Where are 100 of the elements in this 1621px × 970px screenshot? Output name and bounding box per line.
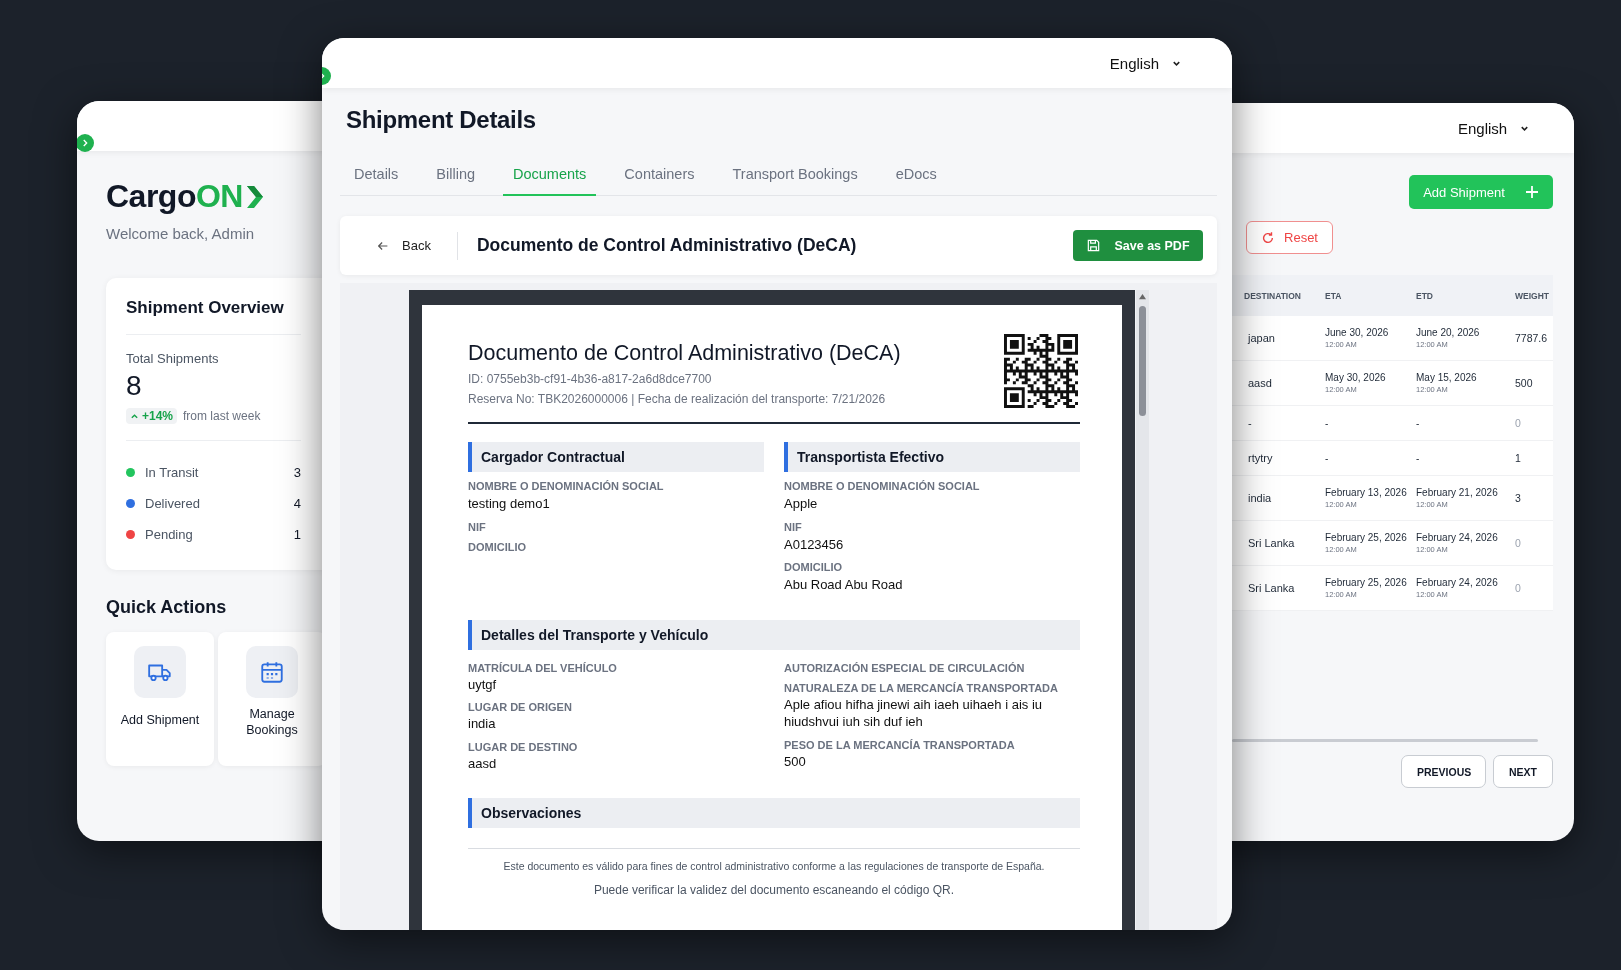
chevron-right-icon <box>80 138 90 148</box>
field-value: A0123456 <box>784 535 845 554</box>
tab[interactable]: Billing <box>426 166 485 196</box>
table-cell-text: rtytry <box>1247 452 1274 464</box>
date-text: June 20, 2026 <box>1416 327 1481 338</box>
card-title: Shipment Overview <box>126 298 285 318</box>
status-label: In Transit <box>145 465 200 480</box>
tab[interactable]: Details <box>344 166 409 196</box>
document-title: Documento de Control Administrativo (DeCA) <box>476 235 858 256</box>
section-heading: Detalles del Transporte y Vehículo <box>468 619 1080 650</box>
table-cell-text: 500 <box>1515 377 1534 389</box>
table-row[interactable]: rtytry - - 1 <box>1232 441 1553 476</box>
table-cell-text: 1 <box>1515 452 1522 464</box>
calendar-icon <box>259 659 285 685</box>
column-header: DESTINATION <box>1243 290 1302 301</box>
field-value: Aple afiou hifha jinewi aih iaeh uihaeh i ais iu hiudshvui iuh sih duf ieh <box>784 695 1043 731</box>
table-cell-text: india <box>1247 492 1273 504</box>
date-text: February 25, 2026 <box>1325 577 1408 588</box>
date-text: February 21, 2026 <box>1416 487 1499 498</box>
scrollbar[interactable] <box>1232 739 1538 742</box>
plus-icon <box>1524 185 1539 199</box>
date-text: - <box>1416 452 1421 464</box>
change-badge: +14% <box>126 408 178 424</box>
back-button[interactable]: Back <box>376 238 431 253</box>
tab[interactable]: Transport Bookings <box>722 166 868 196</box>
field-label: NATURALEZA DE LA MERCANCÍA TRANSPORTADA <box>784 681 1059 694</box>
date-text: June 30, 2026 <box>1325 327 1390 338</box>
field-label: MATRÍCULA DEL VEHÍCULO <box>468 661 618 674</box>
section-heading: Observaciones <box>468 798 1080 829</box>
save-pdf-button[interactable]: Save as PDF <box>1073 230 1203 261</box>
field-value: india <box>468 715 497 733</box>
date-text: February 13, 2026 <box>1325 487 1408 498</box>
date-text: February 24, 2026 <box>1416 577 1499 588</box>
change-note: from last week <box>183 409 261 423</box>
pagination-button[interactable]: NEXT <box>1493 755 1553 788</box>
column-header: ETA <box>1325 290 1343 301</box>
document-id: ID: 0755eb3b-cf91-4b36-a817-2a6d8dce7700 <box>468 372 713 386</box>
table-cell-text: 0 <box>1515 582 1522 594</box>
total-label: Total Shipments <box>126 351 220 366</box>
status-label: Pending <box>145 527 194 542</box>
table-cell-text: 7787.6 <box>1515 332 1549 344</box>
table-cell-text: 0 <box>1515 537 1522 549</box>
qr-code-icon <box>1004 334 1078 408</box>
table-cell-text: - <box>1247 417 1253 429</box>
date-text: February 25, 2026 <box>1325 532 1408 543</box>
field-label: LUGAR DE DESTINO <box>468 740 579 753</box>
date-text: - <box>1325 452 1330 464</box>
field-value: Abu Road Abu Road <box>784 576 904 594</box>
footer-note: Puede verificar la validez del documento escaneando el código QR. <box>592 883 956 898</box>
field-value: Apple <box>784 495 819 513</box>
footer-note: Este documento es válido para fines de control administrativo conforme a las regulaciones de transporte de España. <box>502 860 1046 873</box>
field-value: testing demo1 <box>468 495 551 513</box>
status-count: 3 <box>293 465 301 480</box>
welcome-text: Welcome back, Admin <box>106 225 255 242</box>
chevron-logo-icon <box>244 183 265 210</box>
quick-action-tile[interactable]: Add Shipment <box>106 632 214 766</box>
date-text: February 24, 2026 <box>1416 532 1499 543</box>
date-text: May 15, 2026 <box>1416 372 1478 383</box>
field-label: NIF <box>468 520 487 533</box>
refresh-icon <box>1261 230 1275 245</box>
section-heading: Cargador Contractual <box>468 442 764 472</box>
table-cell-text: aasd <box>1247 377 1273 389</box>
date-text: May 30, 2026 <box>1325 372 1387 383</box>
section-heading: Transportista Efectivo <box>784 442 1080 472</box>
section-title: Quick Actions <box>106 597 228 618</box>
language-select[interactable]: English <box>1458 119 1531 137</box>
document-heading: Documento de Control Administrativo (DeCA) <box>468 341 901 366</box>
scroll-up-icon[interactable] <box>1138 293 1147 300</box>
table-row[interactable]: - - - 0 <box>1232 406 1553 441</box>
field-label: LUGAR DE ORIGEN <box>468 701 573 714</box>
date-text: - <box>1416 417 1421 429</box>
table-cell-text: 3 <box>1515 492 1522 504</box>
scroll-thumb[interactable] <box>1139 306 1146 416</box>
document-meta: Reserva No: TBK2026000006 | Fecha de realización del transporte: 7/21/2026 <box>468 392 887 406</box>
save-icon <box>1086 238 1102 253</box>
pagination-button[interactable]: PREVIOUS <box>1401 755 1486 788</box>
status-count: 4 <box>293 496 301 511</box>
field-label: DOMICILIO <box>468 540 528 553</box>
language-select[interactable]: English <box>1109 54 1182 72</box>
tab[interactable]: eDocs <box>885 166 947 196</box>
field-label: PESO DE LA MERCANCÍA TRANSPORTADA <box>784 738 1016 751</box>
field-label: DOMICILIO <box>784 561 844 574</box>
table-cell-text: 0 <box>1515 417 1522 429</box>
column-header: WEIGHT <box>1515 290 1550 301</box>
tab[interactable]: Containers <box>614 166 705 196</box>
table-cell-text: japan <box>1246 332 1276 344</box>
date-text: - <box>1325 417 1330 429</box>
field-label: NIF <box>784 520 803 533</box>
status-label: Delivered <box>145 496 201 511</box>
table-cell-text: Sri Lanka <box>1247 537 1296 549</box>
page-title: Shipment Details <box>346 106 537 134</box>
field-value: aasd <box>468 754 498 773</box>
table-cell-text: Sri Lanka <box>1247 582 1296 594</box>
status-count: 1 <box>293 527 301 542</box>
field-label: AUTORIZACIÓN ESPECIAL DE CIRCULACIÓN <box>784 661 1026 674</box>
field-label: NOMBRE O DENOMINACIÓN SOCIAL <box>784 480 981 492</box>
reset-button[interactable]: Reset <box>1246 221 1333 254</box>
field-value: uytgf <box>468 675 498 694</box>
scrollbar[interactable] <box>1136 290 1149 930</box>
field-value: 500 <box>784 752 807 771</box>
